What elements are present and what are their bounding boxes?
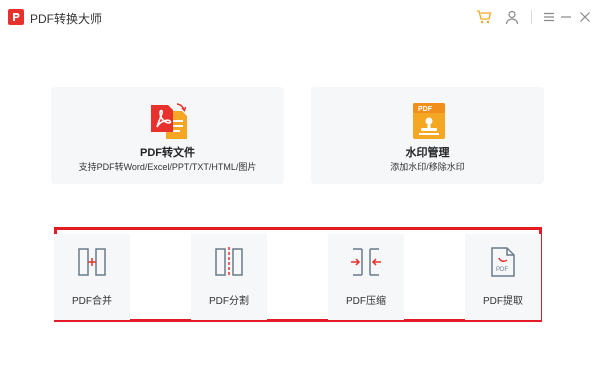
tool-label: PDF合并	[72, 296, 112, 307]
extract-icon: PDF	[487, 246, 519, 278]
title-bar: PDF转换大师	[0, 0, 600, 34]
app-title: PDF转换大师	[30, 12, 103, 26]
card-watermark[interactable]: PDF 水印管理 添加水印/移除水印	[311, 87, 544, 184]
merge-icon	[76, 246, 108, 278]
card-title: 水印管理	[405, 147, 450, 159]
watermark-icon: PDF	[409, 101, 449, 141]
card-pdf-convert[interactable]: PDF转文件 支持PDF转Word/Excel/PPT/TXT/HTML/图片	[51, 87, 284, 184]
close-icon[interactable]	[577, 9, 593, 25]
tool-pdf-merge[interactable]: PDF合并	[54, 234, 130, 320]
tool-label: PDF压缩	[346, 296, 386, 307]
user-icon[interactable]	[504, 9, 520, 25]
compress-icon	[350, 246, 382, 278]
minimize-icon[interactable]	[558, 9, 574, 25]
title-separator	[531, 10, 532, 24]
split-icon	[213, 246, 245, 278]
tool-pdf-split[interactable]: PDF分割	[191, 234, 267, 320]
app-logo-icon	[8, 9, 24, 25]
tool-pdf-extract[interactable]: PDF PDF提取	[465, 234, 541, 320]
card-description: 支持PDF转Word/Excel/PPT/TXT/HTML/图片	[78, 162, 257, 172]
tool-pdf-compress[interactable]: PDF压缩	[328, 234, 404, 320]
svg-text:PDF: PDF	[496, 267, 508, 273]
pdf-convert-icon	[149, 101, 189, 141]
card-description: 添加水印/移除水印	[390, 162, 465, 172]
tool-label: PDF分割	[209, 296, 249, 307]
menu-icon[interactable]	[541, 9, 557, 25]
svg-text:PDF: PDF	[418, 106, 433, 113]
card-title: PDF转文件	[140, 147, 195, 159]
tool-label: PDF提取	[483, 296, 523, 307]
cart-icon[interactable]	[476, 9, 492, 25]
